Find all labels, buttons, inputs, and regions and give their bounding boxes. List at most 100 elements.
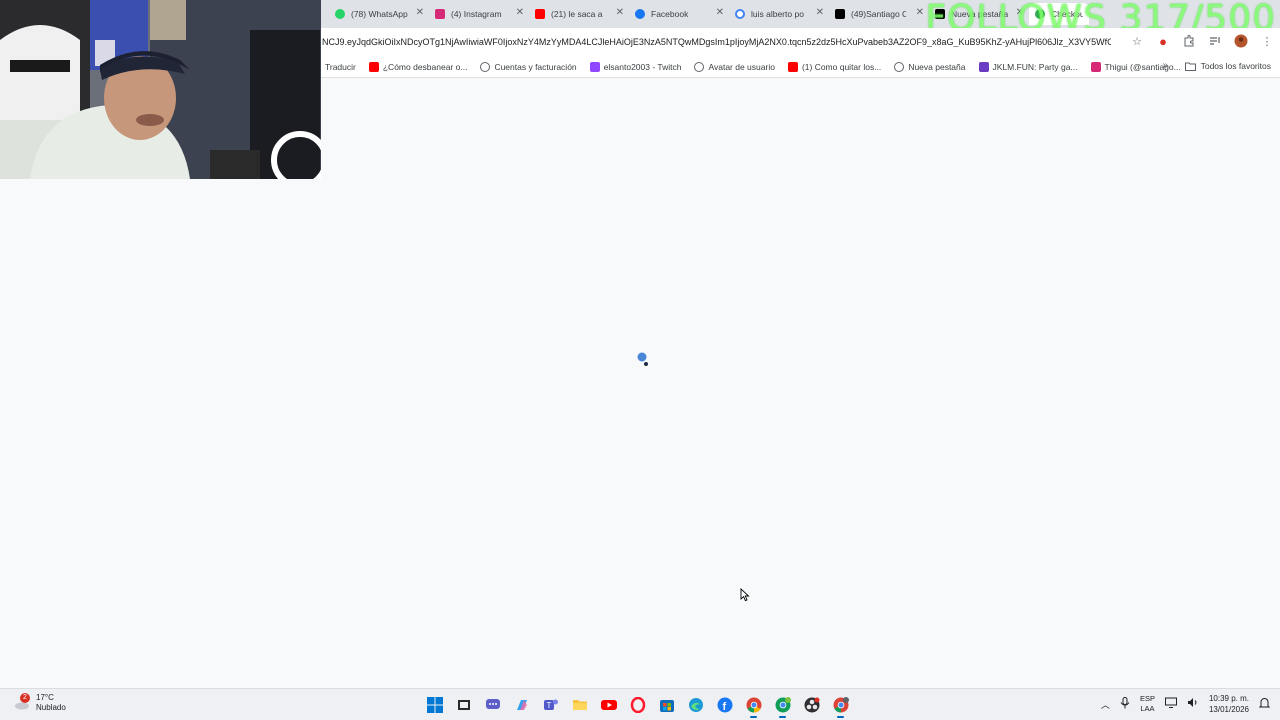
file-explorer-icon[interactable] [569,694,590,715]
close-icon[interactable]: ✕ [916,7,924,18]
weather-temp: 17°C [36,693,54,702]
instagram-icon [1090,61,1101,72]
bookmark-item[interactable]: Avatar de usuario [694,61,775,72]
folder-icon [1184,62,1196,71]
weather-desc: Nublado [36,703,66,712]
media-controls-icon[interactable] [1208,34,1222,48]
network-icon[interactable] [1164,697,1177,711]
all-bookmarks-button[interactable]: Todos los favoritos [1184,61,1271,71]
globe-icon [480,61,491,72]
weather-widget[interactable]: 2 17°C Nublado [14,693,66,713]
tab-google-search[interactable]: luis alberto po ✕ [729,3,826,25]
bookmark-item[interactable]: Nueva pestaña [894,61,966,72]
tab-tiktok[interactable]: (49)Santiago C ✕ [829,3,926,25]
bookmark-label: ¿Cómo desbanear o... [382,61,468,72]
microsoft-store-icon[interactable] [656,694,677,715]
opera-extension-icon[interactable]: ● [1156,34,1170,49]
menu-kebab-icon[interactable]: ⋮ [1260,34,1274,48]
clock[interactable]: 10:39 p. m. 13/01/2026 [1209,693,1249,715]
bookmark-label: elsanto2003 - Twitch [603,61,682,72]
whatsapp-icon [335,9,345,19]
all-bookmarks-label: Todos los favoritos [1200,61,1271,71]
notifications-icon[interactable] [1258,697,1271,712]
tab-label: (4) Instagram [451,9,502,19]
star-icon[interactable]: ☆ [1130,34,1144,48]
taskbar: 2 17°C Nublado T f ︿ ESP LAA 10:39 p. m.… [0,688,1280,720]
chat-app-icon[interactable] [482,694,503,715]
language-indicator[interactable]: ESP LAA [1140,694,1155,714]
teams-icon[interactable]: T [540,694,561,715]
tab-instagram[interactable]: (4) Instagram ✕ [429,3,526,25]
instagram-icon [435,9,445,19]
profile-avatar[interactable] [1234,34,1248,48]
bookmark-label: Cuentas y facturación [494,61,577,72]
bookmark-label: Avatar de usuario [708,61,775,72]
jklm-icon [978,61,989,72]
close-icon[interactable]: ✕ [516,7,524,18]
tab-label: (78) WhatsApp [351,9,408,19]
mouse-cursor-icon [740,588,750,602]
edge-icon[interactable] [685,694,706,715]
bookmark-item[interactable]: Cuentas y facturación [480,61,577,72]
tab-youtube[interactable]: (21) le saca are ✕ [529,3,626,25]
globe-icon [894,61,905,72]
bookmark-item[interactable]: ¿Cómo desbanear o... [368,61,468,72]
globe-icon [694,61,705,72]
opera-icon[interactable] [627,694,648,715]
tab-label: Facebook [651,9,689,19]
bookmark-item[interactable]: JKLM.FUN: Party ga... [978,61,1078,72]
streamer-webcam-image [0,0,321,179]
volume-icon[interactable] [1187,697,1199,711]
google-icon [735,9,745,19]
url-text[interactable]: NCJ9.eyJqdGkiOiIxNDcyOTg1NjAwIiwiaWF0Ijo… [321,37,1111,47]
microphone-icon[interactable] [1120,696,1130,712]
youtube-icon [535,9,545,19]
youtube-icon [368,61,379,72]
tab-whatsapp[interactable]: (78) WhatsApp ✕ [329,3,426,25]
obs-icon[interactable] [801,694,822,715]
facebook-icon[interactable]: f [714,694,735,715]
extensions-icon[interactable] [1182,34,1196,48]
language-top: ESP [1139,694,1155,703]
tab-label: (21) le saca are [551,9,603,19]
svg-text:f: f [722,701,726,713]
task-view-icon[interactable] [453,694,474,715]
language-bottom: LAA [1140,704,1155,713]
tab-label: (49)Santiago C [851,9,906,19]
copilot-icon[interactable] [511,694,532,715]
clock-date: 13/01/2026 [1208,705,1249,714]
toolbar-icons: ☆ ● ⋮ [1130,34,1274,49]
screen: (78) WhatsApp ✕ (4) Instagram ✕ (21) le … [0,0,1280,720]
system-tray: ︿ ESP LAA 10:39 p. m. 13/01/2026 [1101,693,1271,715]
chrome-icon[interactable] [743,694,764,718]
bookmark-label: (1) Como quitar los... [801,61,882,72]
clock-time: 10:39 p. m. [1208,694,1249,703]
bookmark-label: Thigui (@santiago... [1104,61,1181,72]
bookmarks-bar: Traducir ¿Cómo desbanear o... Cuentas y … [321,56,1280,78]
notification-badge: 2 [20,693,30,703]
chevron-up-icon[interactable]: ︿ [1101,698,1110,711]
chevron-double-right-icon[interactable]: » [1162,60,1168,71]
address-bar[interactable]: NCJ9.eyJqdGkiOiIxNDcyOTg1NjAwIiwiaWF0Ijo… [321,28,1280,56]
bookmark-item[interactable]: (1) Como quitar los... [787,61,882,72]
close-icon[interactable]: ✕ [616,7,624,18]
loading-spinner-icon [637,352,648,366]
youtube-icon[interactable] [598,694,619,715]
tab-facebook[interactable]: Facebook ✕ [629,3,726,25]
bookmark-item[interactable]: elsanto2003 - Twitch [589,61,682,72]
close-icon[interactable]: ✕ [416,7,424,18]
chrome-profile-icon[interactable] [772,694,793,718]
bookmark-label: Traducir [325,61,356,72]
bookmark-translate[interactable]: Traducir [325,62,356,72]
windows-start-icon[interactable] [424,694,445,715]
close-icon[interactable]: ✕ [716,7,724,18]
webcam-overlay [0,0,321,179]
youtube-icon [787,61,798,72]
chrome-profile-2-icon[interactable] [830,694,851,718]
cloud-icon: 2 [14,693,30,711]
bookmark-label: JKLM.FUN: Party ga... [992,61,1078,72]
facebook-icon [635,9,645,19]
bookmark-label: Nueva pestaña [908,61,966,72]
close-icon[interactable]: ✕ [816,7,824,18]
tab-label: luis alberto po [751,9,804,19]
